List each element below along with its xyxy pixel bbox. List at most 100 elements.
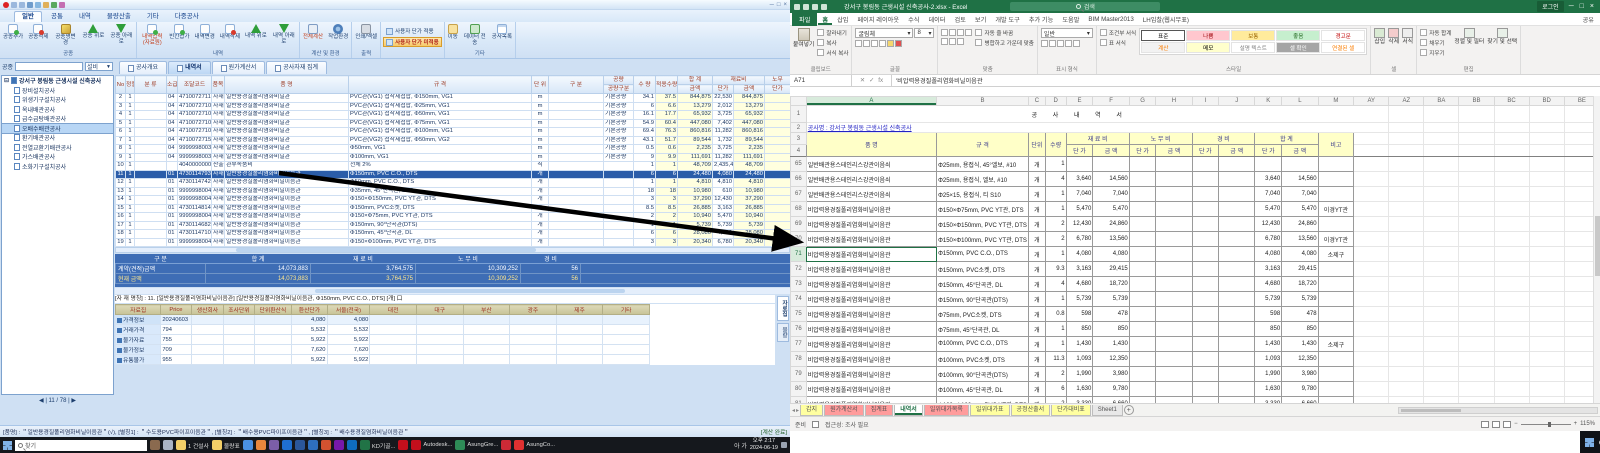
col-subheader-금액[interactable]: 금액 [734, 85, 765, 94]
row-header-78[interactable]: 78 [791, 352, 807, 367]
button-삭제[interactable]: 삭제 [1388, 28, 1399, 45]
ribbon-tab-0[interactable]: 일반 [14, 11, 42, 22]
font-color-icon[interactable] [895, 40, 902, 47]
price-header-기타[interactable]: 기타 [603, 305, 650, 315]
align-middle-icon[interactable] [949, 29, 956, 36]
row-header-3[interactable]: 3 [791, 133, 807, 145]
button-지우기[interactable]: 지우기 [1420, 48, 1451, 57]
excel-tab-검토[interactable]: 검토 [951, 14, 970, 25]
style-설명 텍스트[interactable]: 설명 텍스트 [1231, 42, 1275, 53]
decimal-increase-icon[interactable] [1065, 40, 1072, 47]
tree-item-소화기구설치공사[interactable]: 소화기구설치공사 [2, 162, 113, 172]
onenote-icon[interactable] [334, 440, 344, 450]
price-header-자료집[interactable]: 자료집 [116, 305, 161, 315]
row-header-80[interactable]: 80 [791, 382, 807, 397]
sheet-tab-내역서[interactable]: 내역서 [894, 405, 923, 416]
button-서식 복사[interactable]: 서식 복사 [817, 48, 848, 57]
row-header-70[interactable]: 70 [791, 232, 807, 247]
start-button-icon[interactable] [1585, 438, 1594, 447]
button-전체계산[interactable]: 전체계산 [302, 23, 324, 41]
style-경고문[interactable]: 경고문 [1321, 30, 1365, 41]
sheet-tab-일위대가표[interactable]: 일위대가표 [970, 405, 1010, 416]
normal-view-icon[interactable] [1481, 421, 1489, 428]
row-header-71[interactable]: 71 [791, 247, 807, 262]
button-wrap-text[interactable]: 자동 줄 바꿈 [975, 28, 1033, 37]
style-나쁨[interactable]: 나쁨 [1186, 30, 1230, 41]
ribbon-tab-5[interactable]: 다중공사 [168, 12, 206, 22]
button-공종 위로[interactable]: 공종 위로 [82, 23, 106, 40]
worksheet-vscrollbar[interactable] [1593, 96, 1600, 403]
row-header-66[interactable]: 66 [791, 172, 807, 187]
price-header-대구[interactable]: 대구 [416, 305, 463, 315]
price-header-단위환산식[interactable]: 단위환산식 [254, 305, 292, 315]
excel-tab-홈[interactable]: 홈 [818, 14, 832, 25]
paste-button[interactable]: 붙여넣기 [793, 28, 814, 48]
row-header-65[interactable]: 65 [791, 157, 807, 172]
align-right-icon[interactable] [957, 38, 964, 45]
price-header-부산[interactable]: 부산 [463, 305, 510, 315]
row-header-68[interactable]: 68 [791, 202, 807, 217]
col-header-No[interactable]: No [116, 76, 126, 94]
style-좋음[interactable]: 좋음 [1276, 30, 1320, 41]
pin-icon[interactable] [163, 440, 173, 450]
table-row[interactable]: 1410199999980041자재일반용경질폴리염화비닐이음관Φ150×Φ15… [116, 196, 791, 205]
column-header-C[interactable]: C [1028, 97, 1045, 106]
button-내역 아래로[interactable]: 내역 아래로 [271, 23, 297, 46]
redo-icon[interactable] [821, 4, 827, 10]
orientation-icon[interactable] [965, 29, 972, 36]
button-작업환경[interactable]: 작업환경 [327, 23, 349, 41]
record-navigator[interactable]: ◀ | 11 / 78 | ▶ [0, 397, 115, 406]
save-icon[interactable] [27, 2, 33, 8]
excel-tab-수식[interactable]: 수식 [904, 14, 923, 25]
maximize-icon[interactable]: □ [1580, 3, 1584, 10]
start-button-icon[interactable] [3, 441, 12, 450]
button-채우기[interactable]: 채우기 [1420, 38, 1451, 47]
row-header-69[interactable]: 69 [791, 217, 807, 232]
font-size-select[interactable]: 8▾ [914, 28, 934, 38]
button-공종삭제[interactable]: 공종삭제 [27, 23, 49, 41]
excel-search-box[interactable]: 검색 [1010, 2, 1160, 11]
price-header-Price[interactable]: Price [161, 305, 191, 315]
column-header-B[interactable]: B [937, 97, 1029, 106]
excel-tab-파일[interactable]: 파일 [792, 13, 817, 26]
tree-item-환기배관공사[interactable]: 환기배관공사 [2, 133, 113, 143]
price-header-제주[interactable]: 제주 [556, 305, 603, 315]
column-header-H[interactable]: H [1156, 97, 1192, 106]
excel-tab-페이지 레이아웃[interactable]: 페이지 레이아웃 [853, 14, 903, 25]
filter-input[interactable] [15, 62, 83, 71]
decimal-decrease-icon[interactable] [1073, 40, 1080, 47]
style-보통[interactable]: 보통 [1231, 30, 1275, 41]
notification-icon[interactable] [781, 442, 787, 448]
outlook-icon[interactable] [347, 440, 357, 450]
project-name-cell[interactable]: 공사명 : 강서구 봉림동 근생시설 신축공사 [806, 123, 1353, 133]
excel-kd-icon[interactable]: KD기골... [360, 440, 396, 450]
row-header-75[interactable]: 75 [791, 307, 807, 322]
button-공종 아래로[interactable]: 공종 아래로 [108, 23, 134, 46]
help-icon[interactable] [59, 2, 65, 8]
select-all-corner[interactable] [791, 97, 807, 106]
search-app-icon[interactable] [269, 440, 279, 450]
column-header-A[interactable]: A [806, 97, 936, 106]
page-break-view-icon[interactable] [1503, 421, 1511, 428]
row-header-72[interactable]: 72 [791, 262, 807, 277]
button-내역삭제[interactable]: 내역삭제 [219, 23, 241, 41]
undo-icon[interactable] [812, 4, 818, 10]
toggle-사용자 단가 미적용[interactable]: 사용자 단가 미적용 [383, 37, 442, 47]
price-row[interactable]: 유통물가9555,9225,922 [116, 355, 650, 365]
row-header-74[interactable]: 74 [791, 292, 807, 307]
excel-tab-개발 도구[interactable]: 개발 도구 [991, 14, 1024, 25]
autosave-icon[interactable] [794, 4, 800, 10]
column-header-K[interactable]: K [1255, 97, 1282, 106]
zoom-in-icon[interactable]: + [1574, 421, 1578, 427]
col-header-정렬[interactable]: 정렬 [126, 76, 135, 94]
column-header-BD[interactable]: BD [1529, 97, 1564, 106]
page-layout-view-icon[interactable] [1492, 421, 1500, 428]
button-자동 합계[interactable]: 자동 합계 [1420, 28, 1451, 37]
align-bottom-icon[interactable] [957, 29, 964, 36]
button-format-as-table[interactable]: 표 서식 [1100, 38, 1136, 47]
col-header-노무[interactable]: 노무 [765, 76, 791, 85]
column-header-L[interactable]: L [1282, 97, 1318, 106]
summary-hscrollbar[interactable] [115, 288, 790, 294]
table-row[interactable]: 1810147301147107자재일반용경질폴리염화비닐이음관Φ150mm, … [116, 230, 791, 239]
button-서식[interactable]: 서식 [1402, 28, 1413, 45]
